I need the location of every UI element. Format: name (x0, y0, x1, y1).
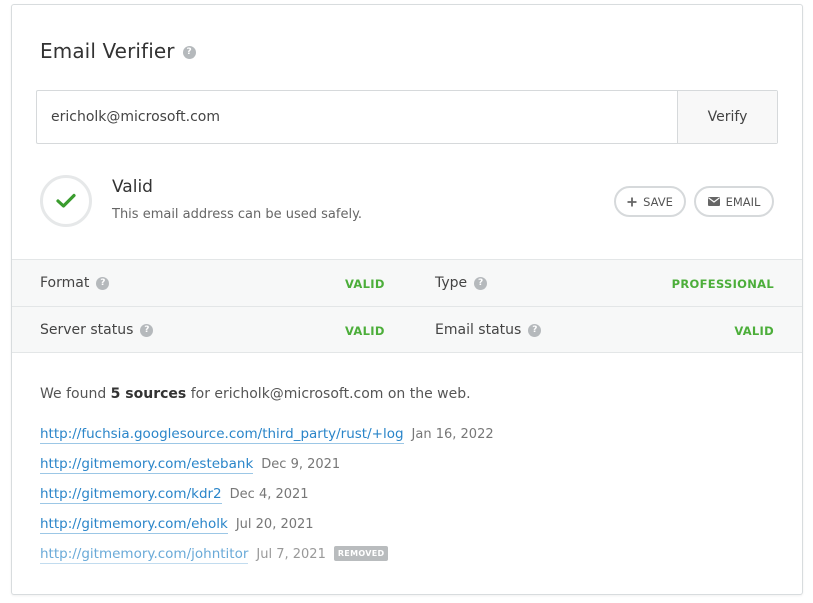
sources-list: http://fuchsia.googlesource.com/third_pa… (40, 426, 494, 576)
email-verifier-card: Email Verifier ? Verify Valid This email… (11, 4, 803, 595)
attribute-label: Server status (40, 322, 134, 338)
sources-intro: We found 5 sources for ericholk@microsof… (40, 386, 471, 402)
source-link[interactable]: http://gitmemory.com/estebank (40, 456, 254, 474)
source-item: http://gitmemory.com/eholk Jul 20, 2021 (40, 516, 494, 546)
question-icon[interactable]: ? (528, 324, 542, 337)
source-date: Jul 20, 2021 (235, 517, 314, 532)
envelope-icon (707, 197, 720, 206)
format-value: VALID (345, 277, 385, 291)
save-button[interactable]: SAVE (614, 186, 686, 217)
verify-form: Verify (36, 90, 778, 144)
attribute-row: Format ? VALID Type ? PROFESSIONAL (12, 259, 802, 306)
question-icon[interactable]: ? (182, 46, 196, 59)
sources-count: 5 sources (110, 386, 187, 402)
save-button-label: SAVE (643, 194, 673, 209)
result-status-title: Valid (112, 177, 153, 197)
valid-status-indicator (40, 175, 92, 227)
source-item: http://gitmemory.com/estebank Dec 9, 202… (40, 456, 494, 486)
source-item: http://gitmemory.com/johntitor Jul 7, 20… (40, 546, 494, 576)
email-status-value: VALID (734, 324, 774, 338)
email-button-label: EMAIL (725, 194, 761, 209)
source-date: Dec 9, 2021 (261, 457, 341, 472)
sources-intro-suffix: for ericholk@microsoft.com on the web. (190, 386, 471, 402)
check-icon (56, 193, 76, 208)
source-link[interactable]: http://fuchsia.googlesource.com/third_pa… (40, 426, 404, 444)
server-status-label: Server status ? (40, 322, 154, 338)
attribute-label: Type (435, 275, 468, 291)
source-date: Jan 16, 2022 (411, 427, 494, 442)
attribute-row: Server status ? VALID Email status ? VAL… (12, 306, 802, 353)
type-value: PROFESSIONAL (671, 277, 774, 291)
plus-icon (627, 197, 637, 206)
source-link[interactable]: http://gitmemory.com/kdr2 (40, 486, 222, 504)
email-button[interactable]: EMAIL (694, 186, 774, 217)
attribute-label: Format (40, 275, 90, 291)
question-icon[interactable]: ? (96, 277, 110, 290)
title-row: Email Verifier ? (40, 39, 196, 63)
question-icon[interactable]: ? (140, 324, 154, 337)
result-description: This email address can be used safely. (112, 207, 363, 222)
email-status-label: Email status ? (435, 322, 542, 338)
server-status-value: VALID (345, 324, 385, 338)
page-title: Email Verifier (40, 39, 175, 63)
verify-button[interactable]: Verify (677, 91, 777, 143)
sources-intro-prefix: We found (40, 386, 107, 402)
email-input[interactable] (37, 91, 677, 143)
question-icon[interactable]: ? (474, 277, 488, 290)
source-date: Dec 4, 2021 (229, 487, 309, 502)
source-link[interactable]: http://gitmemory.com/eholk (40, 516, 228, 534)
removed-badge: REMOVED (333, 546, 389, 561)
type-label: Type ? (435, 275, 488, 291)
attributes-table: Format ? VALID Type ? PROFESSIONAL Serve… (12, 259, 802, 353)
source-link[interactable]: http://gitmemory.com/johntitor (40, 546, 249, 564)
attribute-label: Email status (435, 322, 522, 338)
source-item: http://gitmemory.com/kdr2 Dec 4, 2021 (40, 486, 494, 516)
source-item: http://fuchsia.googlesource.com/third_pa… (40, 426, 494, 456)
source-date: Jul 7, 2021 (256, 547, 326, 562)
format-label: Format ? (40, 275, 110, 291)
